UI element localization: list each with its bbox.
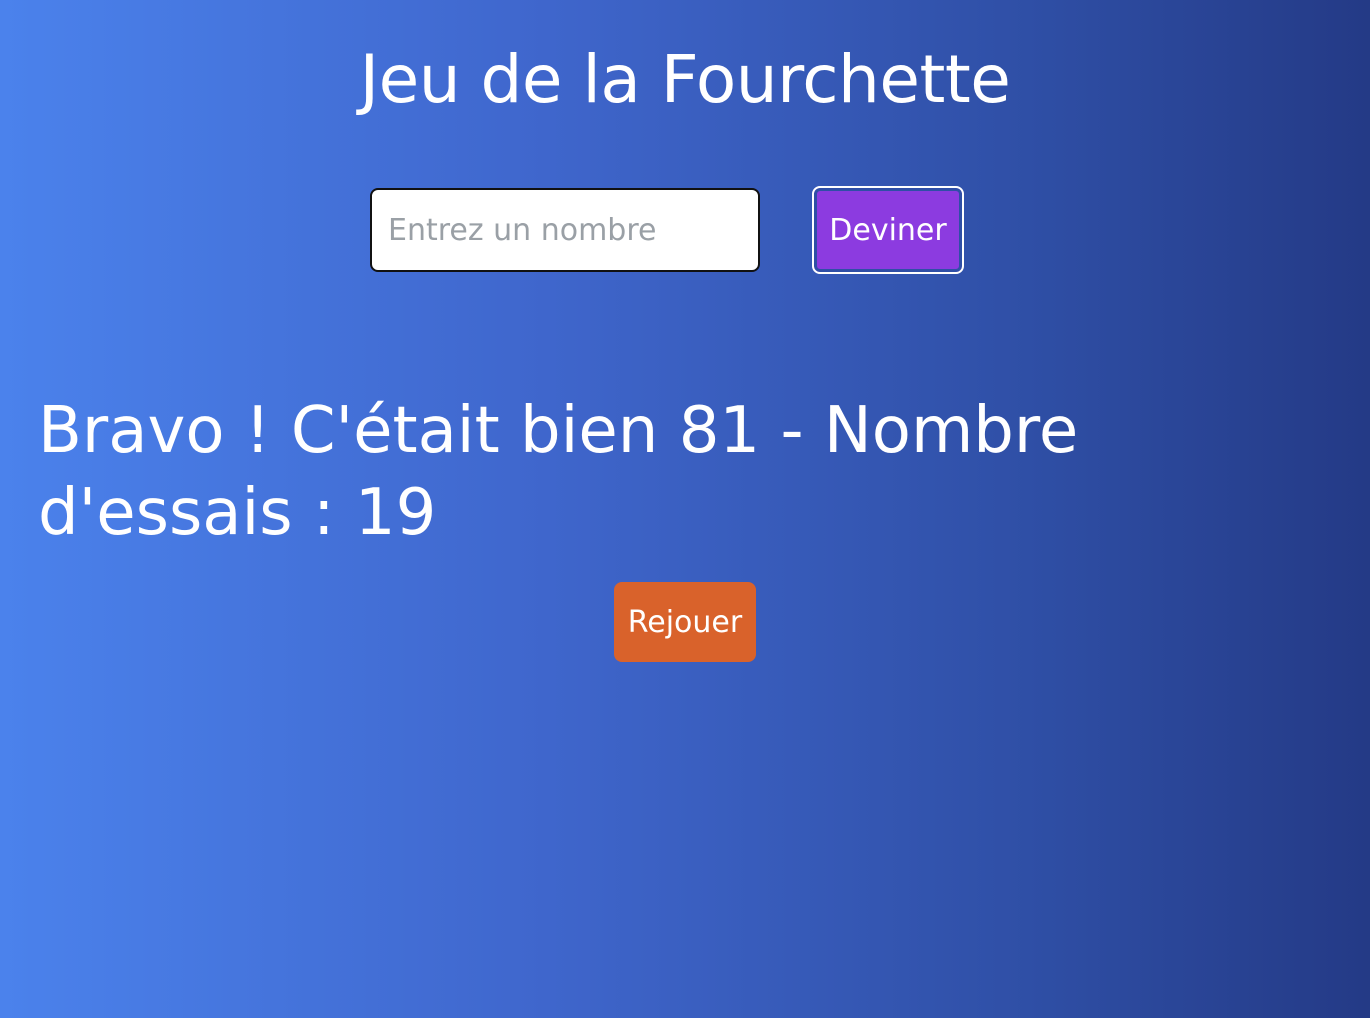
game-page: Jeu de la Fourchette Deviner Bravo ! C'é… <box>0 0 1370 1018</box>
replay-button[interactable]: Rejouer <box>614 582 756 662</box>
guess-button[interactable]: Deviner <box>812 186 964 274</box>
page-title: Jeu de la Fourchette <box>359 41 1011 118</box>
result-message: Bravo ! C'était bien 81 - Nombre d'essai… <box>38 394 1079 550</box>
number-input[interactable] <box>370 188 760 272</box>
